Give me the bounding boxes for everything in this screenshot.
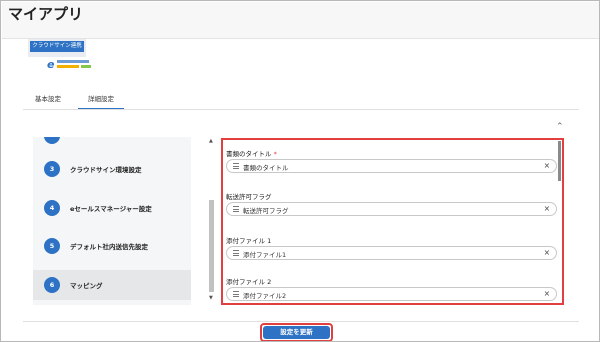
- step-number: 3: [44, 161, 60, 177]
- step-label: eセールスマネージャー設定: [70, 205, 152, 213]
- scroll-down-icon[interactable]: ▼: [209, 295, 213, 301]
- app-title: マイアプリ: [8, 5, 84, 23]
- mapping-scrollbar[interactable]: [558, 141, 561, 181]
- step-label: クラウドサイン環境設定: [70, 166, 142, 174]
- menu-icon: [233, 250, 239, 256]
- steps-scrollbar[interactable]: ▲ ▼: [208, 138, 215, 302]
- step-item-mapping[interactable]: 6 マッピング: [33, 270, 191, 300]
- field-value: 転送許可フラグ: [243, 207, 289, 215]
- badge-label: クラウドサイン連携: [30, 41, 84, 52]
- select-attachment-1[interactable]: 添付ファイル1 ×: [226, 246, 557, 260]
- steps-panel: 3 クラウドサイン環境設定 4 eセールスマネージャー設定 5 デフォルト社内送…: [33, 137, 191, 305]
- required-mark: *: [273, 150, 277, 158]
- header-bar: マイアプリ: [2, 2, 599, 39]
- step-item-cloudsign-env[interactable]: 3 クラウドサイン環境設定: [33, 154, 191, 184]
- tab-detail-settings[interactable]: 詳細設定: [78, 93, 124, 110]
- app-window: マイアプリ クラウドサイン連携 e 基本設定 詳細設定 ⌃ 3 クラウドサイン環…: [0, 0, 600, 342]
- step-label: デフォルト社内送信先設定: [70, 243, 148, 251]
- close-icon[interactable]: ×: [544, 161, 550, 170]
- mapping-panel: 書類のタイトル * 書類のタイトル × 転送許可フラグ 転送許可フラグ × 添付…: [221, 138, 564, 305]
- field-value: 添付ファイル1: [243, 251, 287, 259]
- field-label-attachment-1: 添付ファイル 1: [226, 237, 272, 245]
- step-number: 5: [44, 238, 60, 254]
- tab-basic-settings[interactable]: 基本設定: [35, 93, 61, 110]
- step-indicator-previous: [44, 137, 60, 144]
- select-document-title[interactable]: 書類のタイトル ×: [226, 159, 557, 173]
- step-label: マッピング: [70, 282, 103, 290]
- app-badge: クラウドサイン連携: [28, 39, 86, 57]
- field-label-document-title: 書類のタイトル *: [226, 150, 277, 158]
- tabs-divider: [23, 109, 579, 110]
- field-value: 書類のタイトル: [243, 164, 289, 172]
- select-attachment-2[interactable]: 添付ファイル2 ×: [226, 287, 557, 301]
- step-number: 6: [44, 277, 60, 293]
- field-label-transfer-flag: 転送許可フラグ: [226, 193, 272, 201]
- close-icon[interactable]: ×: [544, 248, 550, 257]
- field-label-attachment-2: 添付ファイル 2: [226, 278, 272, 286]
- scrollbar-thumb[interactable]: [209, 200, 214, 292]
- step-item-default-recipient[interactable]: 5 デフォルト社内送信先設定: [33, 231, 191, 261]
- esales-manager-logo: e: [47, 59, 101, 71]
- step-number: 4: [44, 200, 60, 216]
- footer-divider: [23, 321, 579, 322]
- menu-icon: [233, 206, 239, 212]
- step-item-esales-manager[interactable]: 4 eセールスマネージャー設定: [33, 193, 191, 223]
- chevron-up-icon[interactable]: ⌃: [556, 122, 564, 132]
- menu-icon: [233, 291, 239, 297]
- close-icon[interactable]: ×: [544, 204, 550, 213]
- scroll-up-icon[interactable]: ▲: [209, 138, 213, 144]
- menu-icon: [233, 163, 239, 169]
- select-transfer-flag[interactable]: 転送許可フラグ ×: [226, 202, 557, 216]
- update-settings-button[interactable]: 設定を更新: [263, 326, 330, 339]
- field-value: 添付ファイル2: [243, 292, 287, 300]
- close-icon[interactable]: ×: [544, 289, 550, 298]
